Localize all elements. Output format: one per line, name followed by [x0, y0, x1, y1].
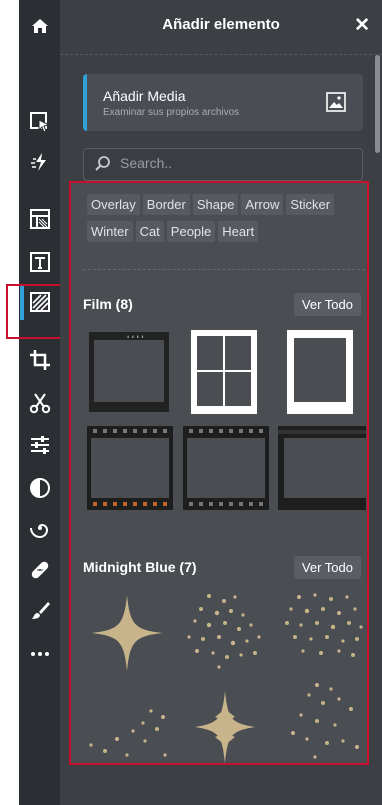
section-title-midnight-blue: Midnight Blue (7) [83, 559, 197, 575]
home-icon[interactable] [19, 9, 60, 43]
section-title-film: Film (8) [83, 296, 133, 312]
tag-overlay[interactable]: Overlay [87, 194, 140, 215]
highlight-frame [6, 284, 65, 339]
gold-dots-thumbnail[interactable] [83, 681, 175, 763]
film-strip-thumbnail[interactable] [278, 426, 366, 515]
crop-icon[interactable] [19, 343, 60, 377]
ver-todo-film-button[interactable]: Ver Todo [293, 293, 361, 316]
magic-icon[interactable] [19, 145, 60, 179]
panel-scrollbar[interactable] [375, 55, 380, 153]
gold-dots-thumbnail[interactable] [281, 591, 365, 676]
brush-icon[interactable] [19, 594, 60, 628]
tag-people[interactable]: People [166, 221, 216, 242]
text-icon[interactable] [19, 245, 60, 279]
contrast-icon[interactable] [19, 471, 60, 505]
tag-border[interactable]: Border [142, 194, 190, 215]
star-sparkle-thumbnail[interactable] [87, 591, 167, 680]
tag-winter[interactable]: Winter [87, 221, 133, 242]
polaroid-thumbnail[interactable] [287, 330, 353, 419]
tag-cat[interactable]: Cat [135, 221, 164, 242]
bandage-icon[interactable] [19, 553, 60, 587]
spiral-icon[interactable] [19, 511, 60, 545]
image-icon [326, 92, 346, 117]
search-input[interactable] [120, 155, 320, 171]
tag-arrow[interactable]: Arrow [241, 194, 284, 215]
film-frame-thumbnail[interactable]: ▮ ▮ ▮ ▮ [87, 330, 171, 419]
tag-heart[interactable]: Heart [218, 221, 259, 242]
search-icon [94, 155, 112, 178]
accent-bar [83, 74, 87, 131]
media-title: Añadir Media [103, 88, 186, 104]
search-box[interactable] [83, 148, 363, 181]
select-icon[interactable] [19, 105, 60, 139]
film-strip-thumbnail[interactable] [87, 426, 173, 515]
scissors-icon[interactable] [19, 386, 60, 420]
gold-dots-thumbnail[interactable] [281, 681, 365, 763]
gold-dots-thumbnail[interactable] [179, 591, 269, 676]
panel-title: Añadir elemento [162, 16, 280, 33]
sliders-icon[interactable] [19, 428, 60, 462]
layout-icon[interactable] [19, 202, 60, 236]
elements-content: Overlay Border Shape Arrow Sticker Winter Cat P… [69, 181, 369, 765]
ver-todo-midnight-blue-button[interactable]: Ver Todo [293, 556, 361, 579]
star-sparkle-thumbnail[interactable] [183, 681, 267, 763]
divider [83, 269, 365, 270]
film-grid-thumbnail[interactable] [191, 330, 257, 419]
svg-text:▮ ▮ ▮ ▮: ▮ ▮ ▮ ▮ [127, 335, 144, 340]
more-icon[interactable] [19, 637, 60, 671]
add-media-button[interactable]: Añadir Media Examinar sus propios archiv… [83, 74, 363, 131]
film-strip-thumbnail[interactable] [183, 426, 269, 515]
panel-header: Añadir elemento ✕ [60, 0, 382, 55]
media-subtitle: Examinar sus propios archivos [103, 107, 240, 118]
tag-list: Overlay Border Shape Arrow Sticker Winter Cat P… [87, 194, 357, 248]
tag-sticker[interactable]: Sticker [286, 194, 335, 215]
close-icon[interactable]: ✕ [354, 14, 370, 37]
tag-shape[interactable]: Shape [192, 194, 239, 215]
tool-rail [19, 0, 60, 805]
